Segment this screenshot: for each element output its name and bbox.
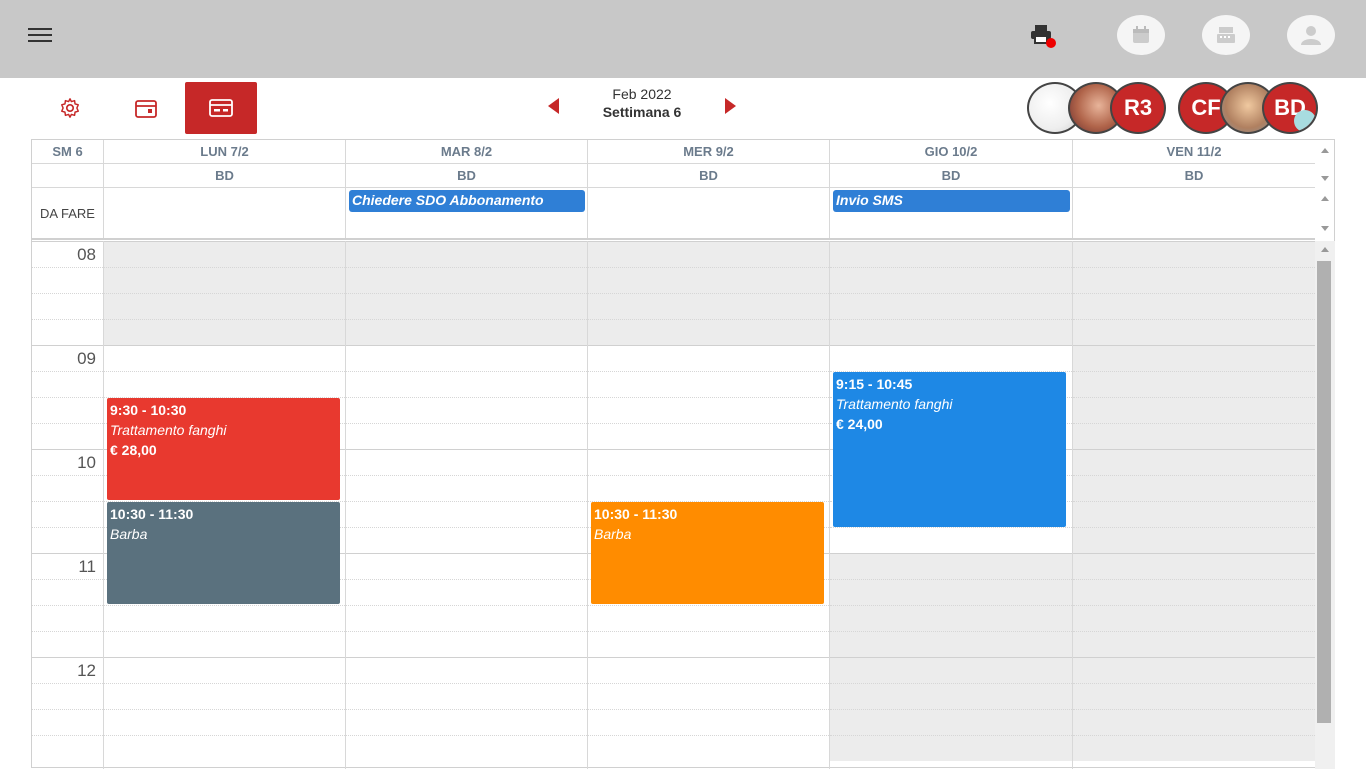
appointment-time: 9:15 - 10:45 <box>836 376 913 392</box>
appointment-service: Trattamento fanghi <box>110 422 227 438</box>
day-column[interactable] <box>1072 241 1315 769</box>
avatar[interactable]: R3 <box>1110 82 1166 134</box>
hour-label: 10 <box>77 453 96 472</box>
cash-register-button[interactable] <box>1202 15 1250 55</box>
staff-header-row: BD BD BD BD BD <box>32 164 1315 188</box>
appointment-service: Trattamento fanghi <box>836 396 953 412</box>
scroll-up-arrow[interactable] <box>1321 247 1329 252</box>
day-column[interactable]: 9:30 - 10:30 Trattamento fanghi € 28,00 … <box>103 241 345 769</box>
hour-label: 08 <box>77 245 96 264</box>
calendar-shortcut-button[interactable] <box>1117 15 1165 55</box>
user-profile-button[interactable] <box>1287 15 1335 55</box>
online-indicator <box>1294 110 1316 132</box>
week-view-button[interactable] <box>185 82 257 134</box>
day-header[interactable]: MAR 8/2 <box>345 140 587 163</box>
todo-item[interactable]: Invio SMS <box>833 190 1070 212</box>
day-header[interactable]: GIO 10/2 <box>829 140 1072 163</box>
scroll-up-arrow[interactable] <box>1321 148 1329 153</box>
staff-corner <box>32 164 103 187</box>
calendar-icon <box>1133 26 1149 43</box>
appointment[interactable]: 9:15 - 10:45 Trattamento fanghi € 24,00 <box>833 372 1066 527</box>
menu-icon[interactable] <box>28 28 54 46</box>
previous-week-button[interactable] <box>548 98 559 114</box>
appointment-time: 10:30 - 11:30 <box>594 506 678 522</box>
avatar[interactable]: BD <box>1262 82 1318 134</box>
week-calendar-icon <box>209 99 233 117</box>
todo-cell[interactable]: Chiedere SDO Abbonamento <box>345 188 587 238</box>
scrollbar-thumb[interactable] <box>1317 261 1331 723</box>
time-grid: 08 09 10 11 12 9:30 - 10:30 Trattamento … <box>32 241 1315 769</box>
user-icon <box>1301 26 1321 45</box>
vertical-scrollbar[interactable] <box>1315 241 1335 769</box>
staff-label: BD <box>103 164 345 187</box>
staff-label: BD <box>1072 164 1315 187</box>
appointment-service: Barba <box>110 526 148 542</box>
todo-cell[interactable] <box>103 188 345 238</box>
hour-label: 12 <box>77 661 96 680</box>
appointment-price: € 24,00 <box>836 416 883 432</box>
appointment-time: 9:30 - 10:30 <box>110 402 187 418</box>
appointment-price: € 28,00 <box>110 442 157 458</box>
appointment-time: 10:30 - 11:30 <box>110 506 194 522</box>
period-display: Feb 2022 Settimana 6 <box>572 86 712 120</box>
day-column[interactable]: 9:15 - 10:45 Trattamento fanghi € 24,00 <box>829 241 1072 769</box>
appointment[interactable]: 10:30 - 11:30 Barba <box>591 502 824 604</box>
week-calendar: SM 6 LUN 7/2 MAR 8/2 MER 9/2 GIO 10/2 VE… <box>31 139 1335 769</box>
staff-label: BD <box>587 164 829 187</box>
gear-icon <box>61 98 79 118</box>
day-column[interactable]: 10:30 - 11:30 Barba <box>587 241 829 769</box>
todo-cell[interactable]: Invio SMS <box>829 188 1072 238</box>
scroll-up-arrow[interactable] <box>1321 196 1329 201</box>
day-view-button[interactable] <box>110 82 182 134</box>
day-header[interactable]: VEN 11/2 <box>1072 140 1315 163</box>
appointment[interactable]: 9:30 - 10:30 Trattamento fanghi € 28,00 <box>107 398 340 500</box>
day-header[interactable]: LUN 7/2 <box>103 140 345 163</box>
printer-icon[interactable] <box>1030 24 1056 48</box>
week-label: Settimana 6 <box>602 104 682 120</box>
week-number: SM 6 <box>52 144 83 159</box>
day-column[interactable] <box>345 241 587 769</box>
staff-label: BD <box>345 164 587 187</box>
appointment[interactable]: 10:30 - 11:30 Barba <box>107 502 340 604</box>
todo-scroll <box>1315 188 1335 240</box>
day-header[interactable]: MER 9/2 <box>587 140 829 163</box>
cash-register-icon <box>1217 27 1235 43</box>
settings-button[interactable] <box>34 82 106 134</box>
todo-cell[interactable] <box>587 188 829 238</box>
month-label: Feb 2022 <box>612 86 672 102</box>
header-scroll <box>1315 140 1335 188</box>
notification-dot <box>1046 38 1056 48</box>
day-header-row: SM 6 LUN 7/2 MAR 8/2 MER 9/2 GIO 10/2 VE… <box>32 140 1315 164</box>
next-week-button[interactable] <box>725 98 736 114</box>
todo-item[interactable]: Chiedere SDO Abbonamento <box>349 190 585 212</box>
hour-label: 11 <box>78 557 96 576</box>
todo-row: DA FARE Chiedere SDO Abbonamento Invio S… <box>32 188 1315 240</box>
scroll-down-arrow[interactable] <box>1321 226 1329 231</box>
appointment-service: Barba <box>594 526 632 542</box>
calendar-icon <box>135 100 157 118</box>
staff-label: BD <box>829 164 1072 187</box>
todo-label: DA FARE <box>40 205 95 221</box>
scroll-down-arrow[interactable] <box>1321 176 1329 181</box>
hour-column: 08 09 10 11 12 <box>32 241 103 769</box>
toolbar: Feb 2022 Settimana 6 R3 CF BD <box>0 78 1366 140</box>
todo-cell[interactable] <box>1072 188 1315 238</box>
hour-label: 09 <box>77 349 96 368</box>
top-bar <box>0 0 1366 78</box>
